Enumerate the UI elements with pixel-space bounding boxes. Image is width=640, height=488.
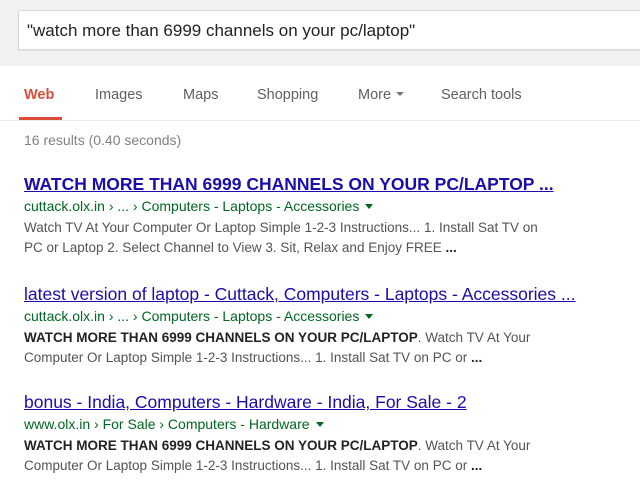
result-stats: 16 results (0.40 seconds)	[24, 132, 182, 148]
result-title-link[interactable]: bonus - India, Computers - Hardware - In…	[24, 391, 624, 413]
snippet-line1: . Watch TV At Your	[417, 438, 531, 453]
result-url-text: www.olx.in › For Sale › Computers - Hard…	[24, 416, 310, 432]
active-tab-indicator	[19, 117, 62, 120]
search-input[interactable]	[27, 18, 627, 44]
result-url: cuttack.olx.in › ... › Computers - Lapto…	[24, 196, 624, 216]
snippet-line2: PC or Laptop 2. Select Channel to View 3…	[24, 240, 446, 255]
snippet-bold: WATCH MORE THAN 6999 CHANNELS ON YOUR PC…	[24, 438, 418, 453]
result-snippet: WATCH MORE THAN 6999 CHANNELS ON YOUR PC…	[24, 436, 624, 476]
chevron-down-icon	[396, 92, 405, 97]
tab-maps[interactable]: Maps	[183, 87, 218, 103]
snippet-ellipsis: ...	[445, 240, 457, 255]
result-url: www.olx.in › For Sale › Computers - Hard…	[24, 414, 624, 434]
tab-images[interactable]: Images	[95, 87, 143, 103]
dropdown-arrow-icon[interactable]	[365, 203, 374, 209]
tab-search-tools[interactable]: Search tools	[441, 87, 522, 103]
dropdown-arrow-icon[interactable]	[315, 421, 324, 427]
snippet-line1: Watch TV At Your Computer Or Laptop Simp…	[24, 220, 538, 235]
search-result: WATCH MORE THAN 6999 CHANNELS ON YOUR PC…	[24, 173, 624, 258]
result-url: cuttack.olx.in › ... › Computers - Lapto…	[24, 306, 624, 326]
tab-shopping[interactable]: Shopping	[257, 87, 318, 103]
snippet-bold: WATCH MORE THAN 6999 CHANNELS ON YOUR PC…	[24, 330, 418, 345]
result-snippet: Watch TV At Your Computer Or Laptop Simp…	[24, 218, 624, 258]
search-result: bonus - India, Computers - Hardware - In…	[24, 391, 624, 476]
snippet-line2: Computer Or Laptop Simple 1-2-3 Instruct…	[24, 458, 471, 473]
snippet-line1: . Watch TV At Your	[417, 330, 531, 345]
result-url-text: cuttack.olx.in › ... › Computers - Lapto…	[24, 308, 360, 324]
tab-more-label: More	[358, 87, 392, 103]
search-result: latest version of laptop - Cuttack, Comp…	[24, 283, 624, 368]
result-title-link[interactable]: latest version of laptop - Cuttack, Comp…	[24, 283, 624, 305]
search-box[interactable]	[18, 10, 640, 50]
tab-web[interactable]: Web	[24, 87, 54, 103]
tab-more[interactable]: More	[358, 87, 405, 103]
search-header	[0, 0, 640, 66]
result-url-text: cuttack.olx.in › ... › Computers - Lapto…	[24, 198, 360, 214]
result-title-link[interactable]: WATCH MORE THAN 6999 CHANNELS ON YOUR PC…	[24, 173, 624, 195]
snippet-line2: Computer Or Laptop Simple 1-2-3 Instruct…	[24, 350, 471, 365]
snippet-ellipsis: ...	[470, 458, 483, 473]
search-tabs-bar: Web Images Maps Shopping More Search too…	[0, 66, 640, 121]
dropdown-arrow-icon[interactable]	[365, 313, 374, 319]
snippet-ellipsis: ...	[470, 350, 483, 365]
result-snippet: WATCH MORE THAN 6999 CHANNELS ON YOUR PC…	[24, 328, 624, 368]
